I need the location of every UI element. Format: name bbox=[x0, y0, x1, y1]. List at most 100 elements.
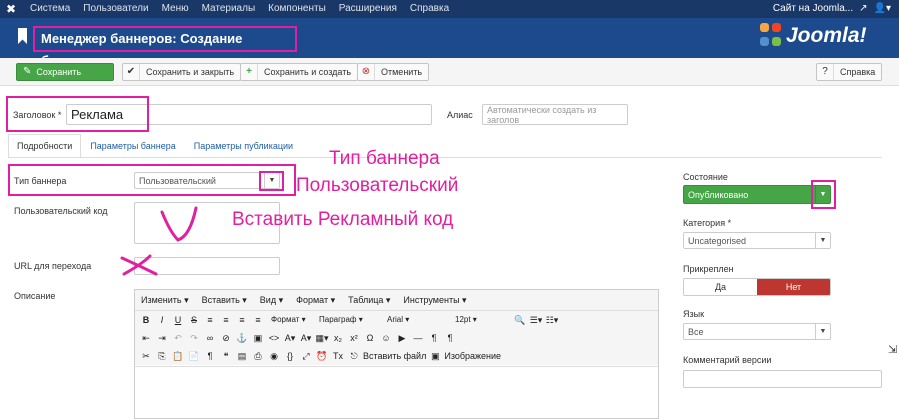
editor-menu-insert[interactable]: Вставить ▾ bbox=[202, 295, 247, 306]
custom-code-label: Пользовательский код bbox=[14, 206, 108, 216]
undo-icon[interactable]: ↶ bbox=[171, 331, 185, 345]
paste-icon[interactable]: 📋 bbox=[171, 349, 185, 363]
cut-icon[interactable]: ✂ bbox=[139, 349, 153, 363]
strikethrough-icon[interactable]: S bbox=[187, 313, 201, 327]
ltr-icon[interactable]: ¶ bbox=[427, 331, 441, 345]
numbered-list-icon[interactable]: ☷▾ bbox=[545, 313, 559, 327]
image-icon[interactable]: ▣ bbox=[428, 349, 442, 363]
paste-text-icon[interactable]: 📄 bbox=[187, 349, 201, 363]
rich-text-editor[interactable]: Изменить ▾ Вставить ▾ Вид ▾ Формат ▾ Таб… bbox=[134, 289, 659, 419]
tab-banner-params[interactable]: Параметры баннера bbox=[81, 134, 184, 158]
size-select[interactable]: 12pt ▾ bbox=[451, 313, 511, 327]
fullscreen-icon[interactable]: ⤢ bbox=[299, 349, 313, 363]
menu-menus[interactable]: Меню bbox=[162, 3, 189, 14]
help-icon: ? bbox=[817, 64, 834, 80]
type-dropdown-highlight bbox=[259, 171, 284, 191]
align-justify-icon[interactable]: ≡ bbox=[251, 313, 265, 327]
align-left-icon[interactable]: ≡ bbox=[203, 313, 217, 327]
tab-details[interactable]: Подробности bbox=[8, 134, 82, 158]
font-select[interactable]: Arial ▾ bbox=[383, 313, 449, 327]
editor-toolbar-row-1: B I U S ≡ ≡ ≡ ≡ Формат ▾ Параграф ▾ Aria… bbox=[135, 311, 658, 329]
state-select[interactable]: Опубликовано ▼ bbox=[683, 185, 831, 204]
indent-icon[interactable]: ⇥ bbox=[155, 331, 169, 345]
menu-content[interactable]: Материалы bbox=[202, 3, 256, 14]
bullet-list-icon[interactable]: ☰▾ bbox=[529, 313, 543, 327]
joomla-logo-icon[interactable]: ✖ bbox=[6, 2, 16, 16]
url-input[interactable] bbox=[134, 257, 280, 275]
state-highlight bbox=[811, 180, 836, 209]
editor-menu-view[interactable]: Вид ▾ bbox=[260, 295, 283, 306]
page-header: Менеджер баннеров: Создание баннера Joom… bbox=[0, 18, 899, 68]
redo-icon[interactable]: ↷ bbox=[187, 331, 201, 345]
image-icon[interactable]: ▣ bbox=[251, 331, 265, 345]
blockquote-icon[interactable]: ❝ bbox=[219, 349, 233, 363]
unlink-icon[interactable]: ⊘ bbox=[219, 331, 233, 345]
paragraph-icon[interactable]: ¶ bbox=[203, 349, 217, 363]
editor-content-area[interactable] bbox=[135, 366, 658, 418]
version-comment-input[interactable] bbox=[683, 370, 882, 388]
subscript-icon[interactable]: x₂ bbox=[331, 331, 345, 345]
text-color-icon[interactable]: A▾ bbox=[283, 331, 297, 345]
editor-menu-tools[interactable]: Инструменты ▾ bbox=[403, 295, 466, 306]
annotation-insert-code: Вставить Рекламный код bbox=[232, 209, 454, 230]
menu-components[interactable]: Компоненты bbox=[268, 3, 326, 14]
bold-icon[interactable]: B bbox=[139, 313, 153, 327]
pinned-yes-button[interactable]: Да bbox=[684, 279, 757, 295]
table-icon[interactable]: ▦▾ bbox=[315, 331, 329, 345]
save-close-button[interactable]: ✔ Сохранить и закрыть bbox=[122, 63, 242, 81]
editor-menu-format[interactable]: Формат ▾ bbox=[296, 295, 335, 306]
hr-icon[interactable]: — bbox=[411, 331, 425, 345]
alias-input[interactable]: Автоматически создать из заголов bbox=[482, 104, 628, 125]
underline-icon[interactable]: U bbox=[171, 313, 185, 327]
bg-color-icon[interactable]: A▾ bbox=[299, 331, 313, 345]
template-icon[interactable]: ▤ bbox=[235, 349, 249, 363]
chevron-down-icon[interactable]: ▼ bbox=[815, 233, 830, 248]
superscript-icon[interactable]: x² bbox=[347, 331, 361, 345]
brand-wordmark: Joomla! bbox=[786, 24, 867, 47]
tab-publishing[interactable]: Параметры публикации bbox=[185, 134, 302, 158]
preview-icon[interactable]: ◉ bbox=[267, 349, 281, 363]
help-button[interactable]: ? Справка bbox=[816, 63, 883, 81]
emoticon-icon[interactable]: ☺ bbox=[379, 331, 393, 345]
menu-extensions[interactable]: Расширения bbox=[339, 3, 397, 14]
chevron-down-icon[interactable]: ▼ bbox=[815, 324, 830, 339]
annotation-custom: Пользовательский bbox=[296, 175, 459, 196]
anchor-icon[interactable]: ⚓ bbox=[235, 331, 249, 345]
cancel-button[interactable]: ⊗ Отменить bbox=[357, 63, 430, 81]
save-new-button[interactable]: + Сохранить и создать bbox=[240, 63, 359, 81]
find-icon[interactable]: 🔍 bbox=[513, 313, 527, 327]
user-icon[interactable]: 👤▾ bbox=[874, 3, 891, 14]
align-center-icon[interactable]: ≡ bbox=[219, 313, 233, 327]
menu-users[interactable]: Пользователи bbox=[83, 3, 148, 14]
outdent-icon[interactable]: ⇤ bbox=[139, 331, 153, 345]
print-icon[interactable]: ⎙ bbox=[251, 349, 265, 363]
clear-format-icon[interactable]: Tx bbox=[331, 349, 345, 363]
code-icon[interactable]: <> bbox=[267, 331, 281, 345]
italic-icon[interactable]: I bbox=[155, 313, 169, 327]
time-icon[interactable]: ⏰ bbox=[315, 349, 329, 363]
insert-file-button[interactable]: Вставить файл bbox=[363, 351, 426, 361]
media-icon[interactable]: ▶ bbox=[395, 331, 409, 345]
site-link[interactable]: Сайт на Joomla... bbox=[773, 3, 853, 14]
pinned-no-button[interactable]: Нет bbox=[757, 279, 830, 295]
save-button[interactable]: ✎ Сохранить bbox=[16, 63, 114, 81]
category-select[interactable]: Uncategorised ▼ bbox=[683, 232, 831, 249]
alias-label: Алиас bbox=[447, 110, 473, 120]
menu-system[interactable]: Система bbox=[30, 3, 70, 14]
visualblocks-icon[interactable]: {} bbox=[283, 349, 297, 363]
copy-icon[interactable]: ⎘ bbox=[155, 349, 169, 363]
state-label: Состояние bbox=[683, 172, 728, 182]
paragraph-select[interactable]: Параграф ▾ bbox=[315, 313, 381, 327]
insert-file-icon[interactable]: ⎋ bbox=[347, 349, 361, 363]
menu-help[interactable]: Справка bbox=[410, 3, 449, 14]
special-char-icon[interactable]: Ω bbox=[363, 331, 377, 345]
align-right-icon[interactable]: ≡ bbox=[235, 313, 249, 327]
rtl-icon[interactable]: ¶ bbox=[443, 331, 457, 345]
description-label: Описание bbox=[14, 291, 56, 301]
link-icon[interactable]: ∞ bbox=[203, 331, 217, 345]
insert-image-button[interactable]: Изображение bbox=[444, 351, 501, 361]
language-select[interactable]: Все ▼ bbox=[683, 323, 831, 340]
editor-menu-edit[interactable]: Изменить ▾ bbox=[141, 295, 189, 306]
format-select[interactable]: Формат ▾ bbox=[267, 313, 313, 327]
editor-menu-table[interactable]: Таблица ▾ bbox=[348, 295, 390, 306]
